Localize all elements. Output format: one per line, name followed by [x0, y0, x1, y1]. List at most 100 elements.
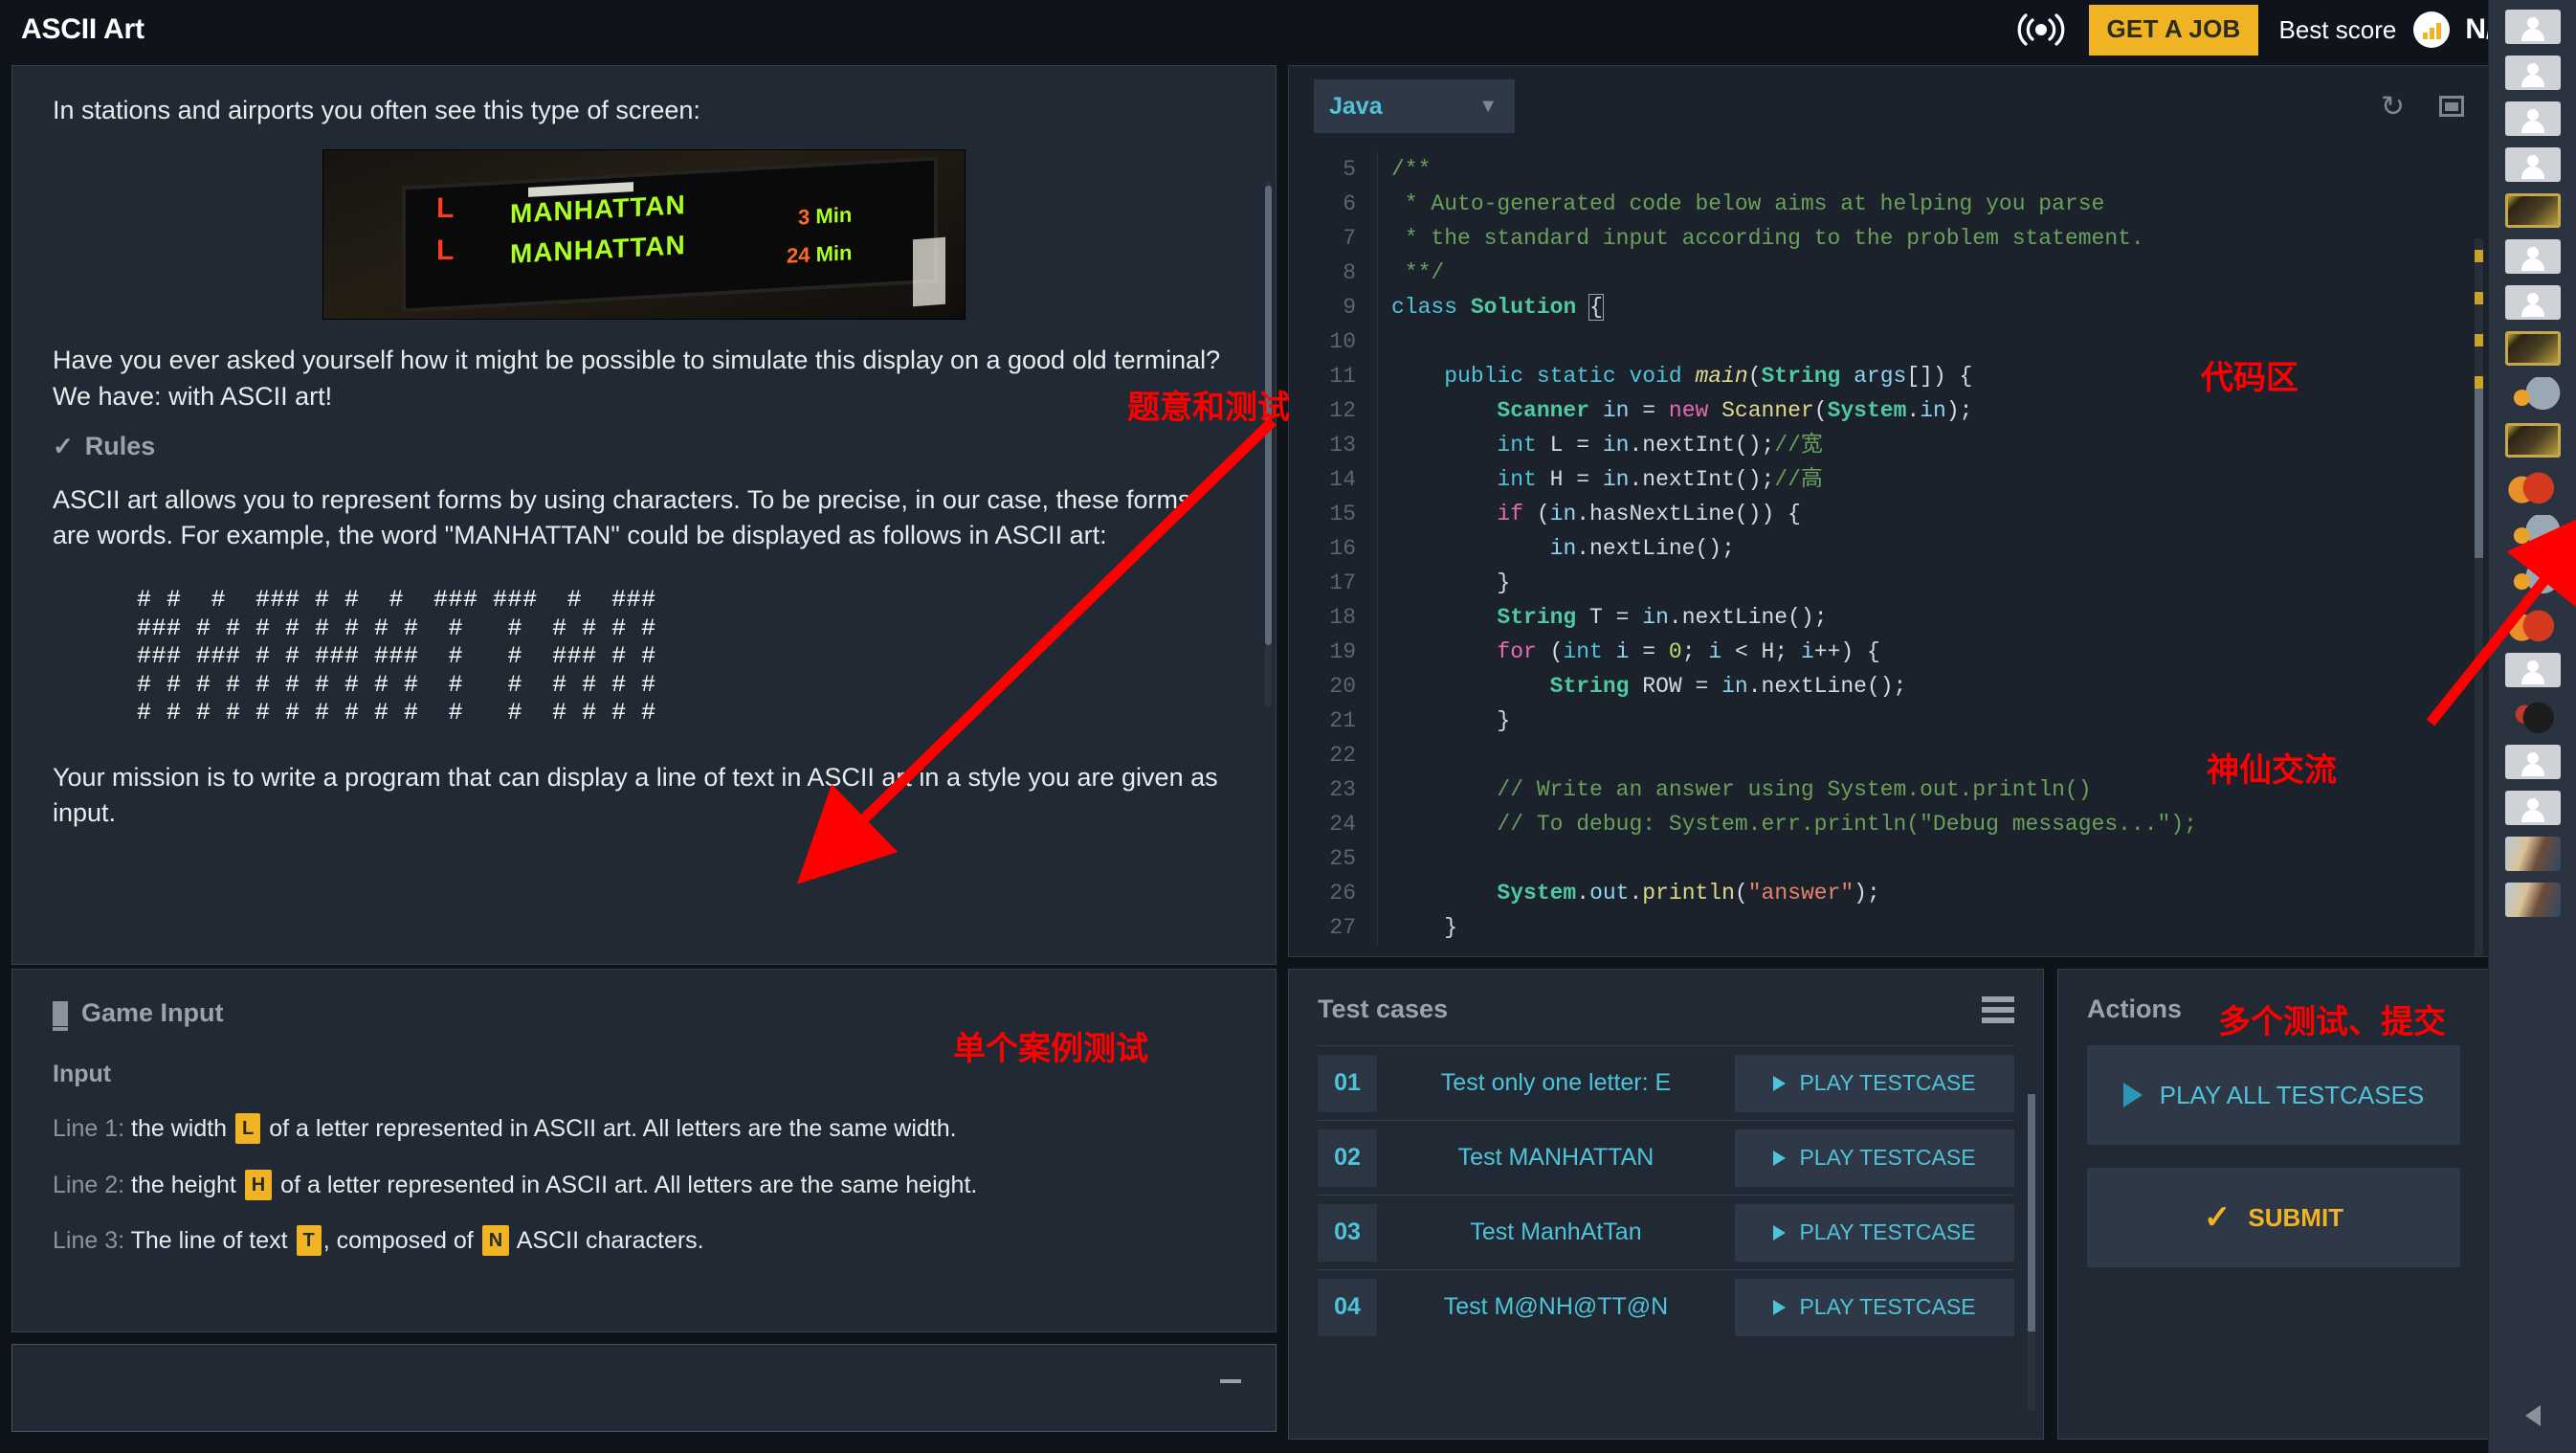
- collapse-left-icon[interactable]: [2524, 1405, 2541, 1426]
- avatar[interactable]: [2504, 147, 2561, 182]
- line-number: 14: [1329, 467, 1356, 492]
- code-lines[interactable]: 5/** 6 * Auto-generated code below aims a…: [1289, 146, 2489, 945]
- line-content[interactable]: public static void main(String args[]) {: [1377, 359, 1972, 393]
- line-number: 16: [1329, 536, 1356, 561]
- code-line[interactable]: 27 }: [1289, 910, 2489, 945]
- departure-board-image: L L MANHATTAN MANHATTAN 3 Min 24 Min: [322, 149, 966, 321]
- avatar[interactable]: [2504, 561, 2561, 595]
- code-line[interactable]: 6 * Auto-generated code below aims at he…: [1289, 187, 2489, 221]
- avatar[interactable]: [2504, 653, 2561, 687]
- avatar[interactable]: [2504, 699, 2561, 733]
- line-content[interactable]: }: [1377, 910, 1457, 945]
- window-icon[interactable]: [2439, 96, 2464, 117]
- line-content[interactable]: class Solution {: [1377, 290, 1604, 324]
- code-area[interactable]: 5/** 6 * Auto-generated code below aims a…: [1289, 146, 2489, 956]
- line-content[interactable]: System.out.println("answer");: [1377, 876, 1880, 910]
- avatar[interactable]: [2504, 423, 2561, 458]
- test-case-row[interactable]: 03 Test ManhAtTan PLAY TESTCASE: [1318, 1195, 2014, 1269]
- avatar[interactable]: [2504, 239, 2561, 274]
- minus-icon[interactable]: [1220, 1379, 1241, 1383]
- code-line[interactable]: 13 int L = in.nextInt();//宽: [1289, 428, 2489, 462]
- line-number: 7: [1343, 226, 1356, 251]
- line-content[interactable]: }: [1377, 704, 1510, 738]
- line-content[interactable]: for (int i = 0; i < H; i++) {: [1377, 635, 1880, 669]
- avatar[interactable]: [2504, 469, 2561, 503]
- line-content[interactable]: /**: [1377, 152, 1431, 187]
- test-case-name[interactable]: Test only one letter: E: [1377, 1069, 1735, 1097]
- avatar[interactable]: [2504, 883, 2561, 917]
- line-content[interactable]: * Auto-generated code below aims at help…: [1377, 187, 2104, 221]
- line-content[interactable]: int H = in.nextInt();//高: [1377, 462, 1823, 497]
- line-number: 6: [1343, 191, 1356, 216]
- avatar[interactable]: [2504, 56, 2561, 90]
- rules-body: ASCII art allows you to represent forms …: [53, 484, 1191, 549]
- code-line[interactable]: 9 class Solution {: [1289, 290, 2489, 324]
- play-testcase-button[interactable]: PLAY TESTCASE: [1735, 1054, 2014, 1112]
- line-content[interactable]: String T = in.nextLine();: [1377, 600, 1828, 635]
- avatar[interactable]: [2504, 515, 2561, 549]
- line-content[interactable]: [1377, 324, 1391, 359]
- avatar[interactable]: [2504, 10, 2561, 44]
- test-case-name[interactable]: Test MANHATTAN: [1377, 1144, 1735, 1172]
- avatar[interactable]: [2504, 791, 2561, 825]
- avatar[interactable]: [2504, 101, 2561, 136]
- line-content[interactable]: **/: [1377, 256, 1444, 290]
- code-line[interactable]: 8 **/: [1289, 256, 2489, 290]
- line-content[interactable]: if (in.hasNextLine()) {: [1377, 497, 1801, 531]
- line-content[interactable]: int L = in.nextInt();//宽: [1377, 428, 1823, 462]
- rules-heading[interactable]: ✓ Rules: [53, 432, 1235, 461]
- line-content[interactable]: String ROW = in.nextLine();: [1377, 669, 1906, 704]
- test-case-number: 01: [1318, 1054, 1377, 1112]
- avatar[interactable]: [2504, 607, 2561, 641]
- test-cases-scrollbar-thumb[interactable]: [2028, 1094, 2035, 1331]
- code-line[interactable]: 19 for (int i = 0; i < H; i++) {: [1289, 635, 2489, 669]
- code-line[interactable]: 14 int H = in.nextInt();//高: [1289, 462, 2489, 497]
- play-testcase-button[interactable]: PLAY TESTCASE: [1735, 1129, 2014, 1187]
- code-line[interactable]: 17 }: [1289, 566, 2489, 600]
- code-line[interactable]: 26 System.out.println("answer");: [1289, 876, 2489, 910]
- line-number: 11: [1329, 364, 1356, 389]
- editor-scrollbar-thumb[interactable]: [2475, 386, 2483, 558]
- line-content[interactable]: }: [1377, 566, 1510, 600]
- line-content[interactable]: // Write an answer using System.out.prin…: [1377, 772, 2092, 807]
- test-case-row[interactable]: 04 Test M@NH@TT@N PLAY TESTCASE: [1318, 1269, 2014, 1344]
- avatar[interactable]: [2504, 193, 2561, 228]
- avatar[interactable]: [2504, 331, 2561, 366]
- get-a-job-button[interactable]: GET A JOB: [2089, 4, 2258, 56]
- line-content[interactable]: [1377, 841, 1391, 876]
- play-all-testcases-button[interactable]: PLAY ALL TESTCASES: [2087, 1045, 2460, 1145]
- code-line[interactable]: 24 // To debug: System.err.println("Debu…: [1289, 807, 2489, 841]
- line-content[interactable]: in.nextLine();: [1377, 531, 1735, 566]
- code-line[interactable]: 21 }: [1289, 704, 2489, 738]
- submit-button[interactable]: ✓ SUBMIT: [2087, 1168, 2460, 1267]
- code-line[interactable]: 12 Scanner in = new Scanner(System.in);: [1289, 393, 2489, 428]
- avatar[interactable]: [2504, 377, 2561, 412]
- statement-paragraph-2: Have you ever asked yourself how it migh…: [53, 346, 1221, 411]
- line-content[interactable]: // To debug: System.err.println("Debug m…: [1377, 807, 2197, 841]
- test-case-name[interactable]: Test M@NH@TT@N: [1377, 1293, 1735, 1321]
- code-line[interactable]: 5 /**: [1289, 152, 2489, 187]
- line-content[interactable]: [1377, 738, 1391, 772]
- code-line[interactable]: 20 String ROW = in.nextLine();: [1289, 669, 2489, 704]
- hamburger-icon[interactable]: [1982, 995, 2014, 1023]
- refresh-icon[interactable]: ↻: [2381, 90, 2405, 123]
- play-testcase-button[interactable]: PLAY TESTCASE: [1735, 1278, 2014, 1336]
- line-content[interactable]: * the standard input according to the pr…: [1377, 221, 2144, 256]
- code-line[interactable]: 15 if (in.hasNextLine()) {: [1289, 497, 2489, 531]
- code-line[interactable]: 7 * the standard input according to the …: [1289, 221, 2489, 256]
- test-case-row[interactable]: 02 Test MANHATTAN PLAY TESTCASE: [1318, 1120, 2014, 1195]
- line-content[interactable]: Scanner in = new Scanner(System.in);: [1377, 393, 1972, 428]
- code-line[interactable]: 25: [1289, 841, 2489, 876]
- test-case-row[interactable]: 01 Test only one letter: E PLAY TESTCASE: [1318, 1045, 2014, 1120]
- avatar[interactable]: [2504, 745, 2561, 779]
- code-line[interactable]: 10: [1289, 324, 2489, 359]
- avatar[interactable]: [2504, 837, 2561, 871]
- code-line[interactable]: 16 in.nextLine();: [1289, 531, 2489, 566]
- avatar[interactable]: [2504, 285, 2561, 320]
- language-select[interactable]: Java ▼: [1314, 79, 1515, 133]
- code-line[interactable]: 11 public static void main(String args[]…: [1289, 359, 2489, 393]
- code-line[interactable]: 18 String T = in.nextLine();: [1289, 600, 2489, 635]
- play-testcase-button[interactable]: PLAY TESTCASE: [1735, 1203, 2014, 1262]
- broadcast-icon[interactable]: [2018, 13, 2065, 46]
- test-case-name[interactable]: Test ManhAtTan: [1377, 1218, 1735, 1246]
